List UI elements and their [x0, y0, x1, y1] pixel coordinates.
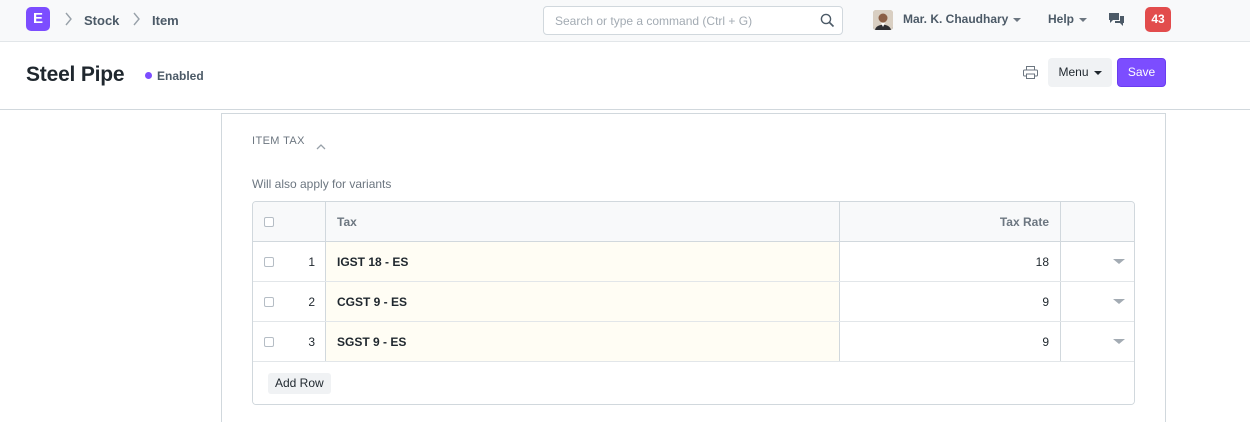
row-index: 3 — [308, 335, 315, 349]
column-header-tax-rate: Tax Rate — [999, 215, 1049, 229]
header-divider — [0, 109, 1250, 110]
table-header: Tax Tax Rate — [253, 202, 1134, 242]
caret-down-icon — [1079, 17, 1088, 22]
breadcrumb-item[interactable]: Item — [152, 13, 179, 28]
avatar[interactable] — [873, 10, 893, 30]
status-indicator — [145, 72, 152, 79]
table-footer: Add Row — [253, 362, 1134, 404]
table-row[interactable]: 2 CGST 9 - ES 9 — [253, 282, 1134, 322]
section-heading[interactable]: ITEM TAX — [252, 135, 305, 147]
chevron-right-icon — [64, 11, 73, 30]
tax-value: SGST 9 - ES — [337, 335, 407, 349]
menu-label: Menu — [1058, 65, 1089, 79]
row-actions-cell — [1061, 322, 1134, 361]
tax-rate-value: 9 — [1042, 335, 1049, 349]
save-button[interactable]: Save — [1117, 58, 1166, 87]
tax-rate-cell[interactable]: 9 — [840, 282, 1061, 321]
chevron-right-icon — [132, 11, 141, 30]
user-menu[interactable]: Mar. K. Chaudhary — [903, 12, 1022, 26]
tax-value: CGST 9 - ES — [337, 295, 408, 309]
header-tax-cell: Tax — [326, 202, 840, 241]
row-checkbox[interactable] — [264, 337, 274, 347]
search-placeholder: Search or type a command (Ctrl + G) — [555, 14, 753, 28]
breadcrumb-stock[interactable]: Stock — [84, 13, 119, 28]
table-row[interactable]: 3 SGST 9 - ES 9 — [253, 322, 1134, 362]
table-row[interactable]: 1 IGST 18 - ES 18 — [253, 242, 1134, 282]
print-icon[interactable] — [1023, 66, 1038, 79]
row-index: 1 — [308, 255, 315, 269]
tax-rate-value: 18 — [1035, 255, 1049, 269]
help-label: Help — [1048, 12, 1075, 26]
tax-rate-cell[interactable]: 9 — [840, 322, 1061, 361]
notification-badge[interactable]: 43 — [1145, 7, 1171, 32]
tax-cell[interactable]: CGST 9 - ES — [326, 282, 840, 321]
row-select-cell: 2 — [253, 282, 326, 321]
chevron-up-icon[interactable] — [316, 137, 326, 150]
status-badge: Enabled — [157, 69, 204, 83]
search-icon[interactable] — [820, 13, 835, 28]
item-tax-table: Tax Tax Rate 1 IGST 18 - ES 18 2 CGST 9 … — [252, 201, 1135, 405]
header-actions-cell — [1061, 202, 1134, 241]
column-header-tax: Tax — [337, 215, 357, 229]
add-row-button[interactable]: Add Row — [268, 373, 331, 394]
row-actions-cell — [1061, 242, 1134, 281]
tax-rate-value: 9 — [1042, 295, 1049, 309]
row-expand-icon[interactable] — [1113, 299, 1125, 304]
app-logo[interactable]: E — [26, 7, 50, 31]
row-select-cell: 1 — [253, 242, 326, 281]
page-title: Steel Pipe — [26, 63, 125, 86]
row-index: 2 — [308, 295, 315, 309]
row-actions-cell — [1061, 282, 1134, 321]
top-navbar: E Stock Item Search or type a command (C… — [0, 0, 1250, 42]
user-name: Mar. K. Chaudhary — [903, 12, 1009, 26]
chat-icon[interactable] — [1108, 12, 1125, 27]
tax-cell[interactable]: SGST 9 - ES — [326, 322, 840, 361]
select-all-checkbox[interactable] — [264, 217, 274, 227]
tax-value: IGST 18 - ES — [337, 255, 409, 269]
row-checkbox[interactable] — [264, 257, 274, 267]
search-input[interactable]: Search or type a command (Ctrl + G) — [543, 6, 843, 35]
row-checkbox[interactable] — [264, 297, 274, 307]
caret-down-icon — [1013, 17, 1022, 22]
help-menu[interactable]: Help — [1048, 12, 1088, 26]
section-description: Will also apply for variants — [252, 177, 392, 191]
caret-down-icon — [1093, 70, 1102, 75]
header-rate-cell: Tax Rate — [840, 202, 1061, 241]
tax-rate-cell[interactable]: 18 — [840, 242, 1061, 281]
row-expand-icon[interactable] — [1113, 339, 1125, 344]
row-select-cell: 3 — [253, 322, 326, 361]
tax-cell[interactable]: IGST 18 - ES — [326, 242, 840, 281]
header-select-cell — [253, 202, 326, 241]
menu-button[interactable]: Menu — [1048, 58, 1112, 87]
row-expand-icon[interactable] — [1113, 259, 1125, 264]
